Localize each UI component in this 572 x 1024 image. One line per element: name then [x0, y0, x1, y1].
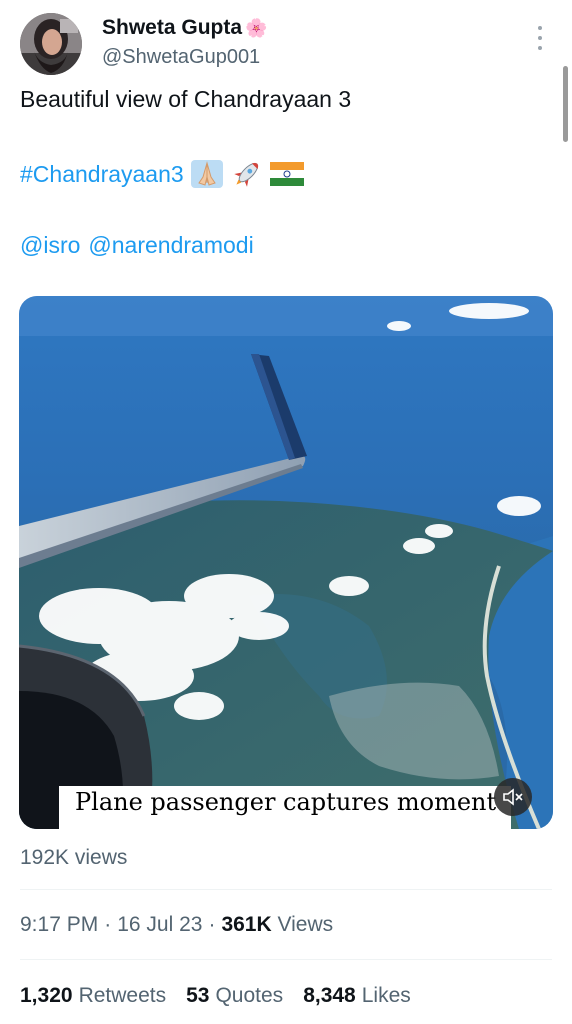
tweet-text: Beautiful view of Chandrayaan 3 [20, 86, 352, 112]
video-caption: Plane passenger captures moment [59, 786, 511, 829]
video-views: 192K views [20, 846, 128, 869]
likes-label: Likes [361, 984, 411, 1007]
separator-dot: · [104, 913, 112, 936]
cherry-blossom-icon: 🌸 [245, 17, 268, 38]
mention-isro[interactable]: @isro [20, 232, 80, 259]
speaker-muted-icon [503, 788, 523, 806]
divider [20, 959, 552, 960]
quotes-count: 53 [186, 984, 210, 1007]
quotes-label: Quotes [215, 984, 284, 1007]
author-name[interactable]: Shweta Gupta [102, 16, 242, 40]
view-count-value: 361K [221, 913, 272, 936]
quotes-stat[interactable]: 53 Quotes [186, 984, 283, 1008]
more-options-icon[interactable] [530, 26, 550, 50]
tweet-date[interactable]: 16 Jul 23 [117, 913, 202, 937]
hashtag-link[interactable]: #Chandrayaan3 [20, 161, 184, 188]
avatar-image [20, 13, 82, 75]
likes-count: 8,348 [303, 984, 356, 1007]
mention-narendramodi[interactable]: @narendramodi [88, 232, 253, 259]
author-handle[interactable]: @ShwetaGup001 [102, 46, 260, 69]
india-flag-icon [269, 159, 304, 189]
video-caption-text: Plane passenger captures moment [75, 788, 497, 816]
view-count[interactable]: 361K Views [221, 913, 333, 937]
hashtag-line: #Chandrayaan3 [20, 159, 304, 189]
author-name-row[interactable]: Shweta Gupta 🌸 [102, 16, 267, 40]
video-player[interactable]: Plane passenger captures moment [19, 296, 553, 829]
tweet-meta: 9:17 PM · 16 Jul 23 · 361K Views [20, 913, 333, 937]
view-count-label: Views [277, 913, 334, 936]
video-frame [19, 296, 553, 829]
retweets-label: Retweets [78, 984, 167, 1007]
retweets-count: 1,320 [20, 984, 73, 1007]
scrollbar[interactable] [563, 66, 568, 142]
rocket-icon [230, 159, 264, 189]
folded-hands-icon [190, 159, 224, 189]
retweets-stat[interactable]: 1,320 Retweets [20, 984, 166, 1008]
mute-button[interactable] [494, 778, 532, 816]
likes-stat[interactable]: 8,348 Likes [303, 984, 411, 1008]
engagement-stats: 1,320 Retweets 53 Quotes 8,348 Likes [20, 984, 411, 1008]
tweet-time[interactable]: 9:17 PM [20, 913, 98, 937]
divider [20, 889, 552, 890]
separator-dot: · [208, 913, 216, 936]
avatar[interactable] [20, 13, 82, 75]
mentions-line: @isro @narendramodi [20, 232, 254, 259]
